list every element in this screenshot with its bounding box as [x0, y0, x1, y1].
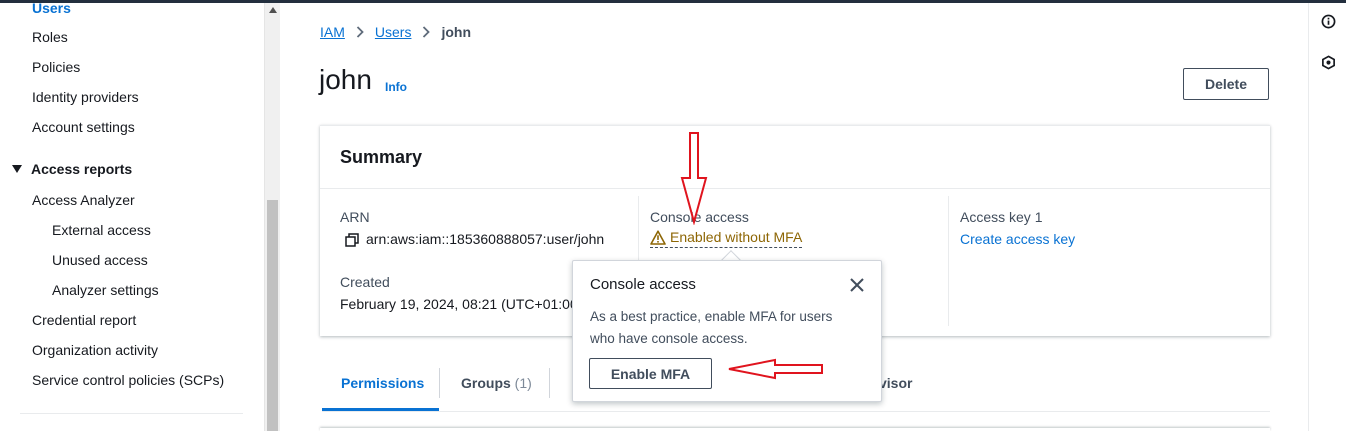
- sidebar-item-analyzer-settings[interactable]: Analyzer settings: [52, 282, 159, 298]
- console-access-value: Enabled without MFA: [670, 229, 803, 245]
- tab-groups[interactable]: Groups (1): [461, 375, 532, 391]
- caret-down-icon: [12, 165, 22, 173]
- sidebar-item-access-analyzer[interactable]: Access Analyzer: [32, 192, 135, 208]
- copy-icon[interactable]: [345, 233, 359, 247]
- sidebar-item-unused-access[interactable]: Unused access: [52, 252, 148, 268]
- popover-title: Console access: [590, 276, 696, 293]
- info-link[interactable]: Info: [385, 80, 407, 94]
- popover-body: As a best practice, enable MFA for users…: [590, 309, 833, 346]
- summary-divider: [320, 188, 1270, 189]
- arn-value: arn:aws:iam::185360888057:user/john: [366, 231, 605, 247]
- tab-permissions[interactable]: Permissions: [341, 375, 424, 391]
- chevron-right-icon: [356, 26, 364, 38]
- sidebar-section-label: Access reports: [31, 161, 133, 177]
- sidebar-item-scps[interactable]: Service control policies (SCPs): [32, 372, 224, 388]
- breadcrumb-users[interactable]: Users: [375, 24, 412, 40]
- delete-button[interactable]: Delete: [1183, 68, 1269, 100]
- scrollbar-thumb[interactable]: [267, 200, 278, 431]
- sidebar-item-policies[interactable]: Policies: [32, 59, 80, 75]
- access-key-label: Access key 1: [960, 209, 1043, 225]
- info-circle-icon[interactable]: [1321, 14, 1336, 29]
- console-access-label: Console access: [650, 209, 749, 225]
- sidebar-item-roles[interactable]: Roles: [32, 29, 68, 45]
- active-tab-indicator: [322, 408, 439, 411]
- sidebar-item-users[interactable]: Users: [32, 0, 71, 16]
- column-divider: [948, 196, 949, 326]
- sidebar-item-credential-report[interactable]: Credential report: [32, 312, 136, 328]
- warning-icon: [650, 229, 666, 245]
- console-access-popover: Console access As a best practice, enabl…: [572, 260, 882, 402]
- right-utility-bar: [1308, 3, 1346, 431]
- page-title: john: [319, 64, 372, 95]
- sidebar-nav: Users Roles Policies Identity providers …: [0, 0, 264, 431]
- breadcrumb-current: john: [441, 24, 471, 40]
- arn-label: ARN: [340, 209, 370, 225]
- chevron-right-icon: [422, 26, 431, 38]
- created-value: February 19, 2024, 08:21 (UTC+01:00): [340, 296, 583, 312]
- sidebar-item-external-access[interactable]: External access: [52, 222, 151, 238]
- sidebar-item-account-settings[interactable]: Account settings: [32, 119, 135, 135]
- tab-access-advisor[interactable]: visor: [879, 375, 912, 391]
- breadcrumb: IAM Users john: [320, 24, 471, 40]
- sidebar-section-access-reports[interactable]: Access reports: [12, 161, 132, 177]
- console-access-status[interactable]: Enabled without MFA: [650, 229, 803, 248]
- created-label: Created: [340, 274, 390, 290]
- tab-separator: [549, 368, 550, 398]
- sidebar-item-organization-activity[interactable]: Organization activity: [32, 342, 158, 358]
- create-access-key-link[interactable]: Create access key: [960, 231, 1075, 247]
- tab-separator: [439, 368, 440, 398]
- scroll-up-arrow-icon[interactable]: [269, 7, 277, 13]
- tab-groups-label: Groups: [461, 375, 511, 391]
- enable-mfa-button[interactable]: Enable MFA: [589, 358, 712, 389]
- sidebar-scrollbar[interactable]: [264, 3, 280, 431]
- summary-title: Summary: [340, 147, 423, 167]
- breadcrumb-iam[interactable]: IAM: [320, 24, 345, 40]
- sidebar-item-identity-providers[interactable]: Identity providers: [32, 89, 139, 105]
- hexagon-icon[interactable]: [1321, 55, 1336, 70]
- tab-groups-count: (1): [514, 375, 532, 391]
- sidebar-divider: [20, 413, 243, 414]
- close-icon[interactable]: [849, 277, 865, 293]
